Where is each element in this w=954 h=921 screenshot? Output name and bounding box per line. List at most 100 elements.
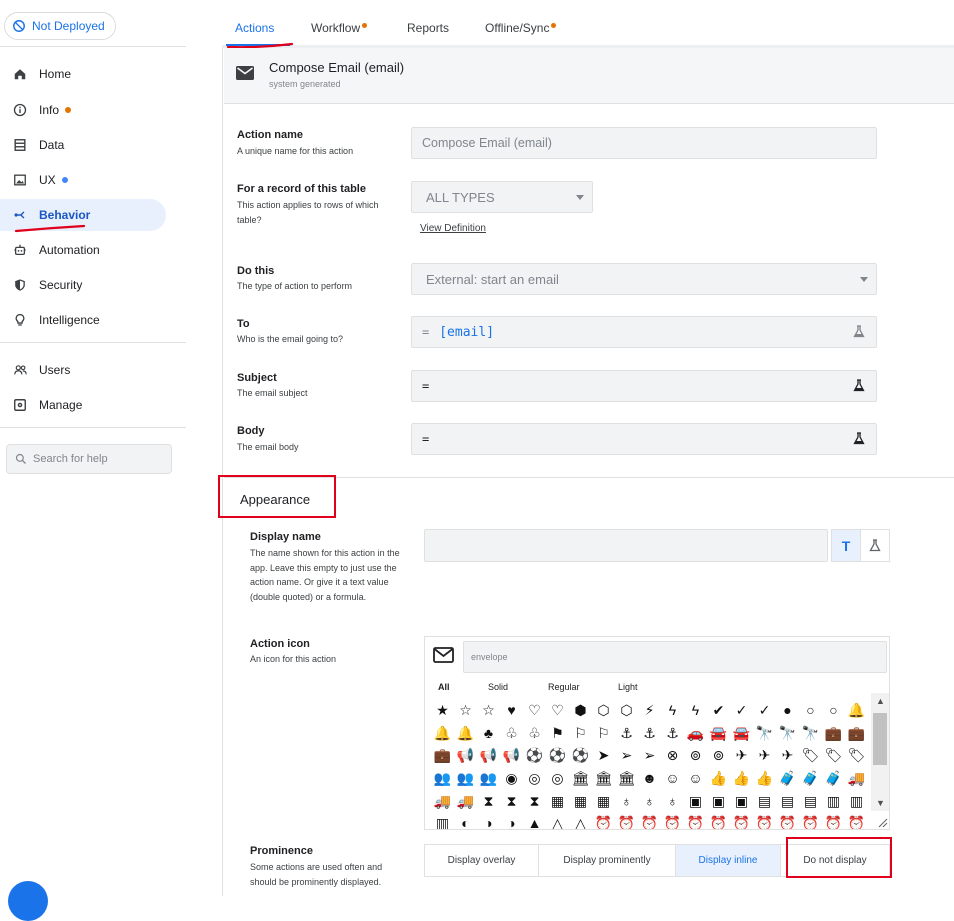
deploy-status-badge[interactable]: Not Deployed [4, 12, 116, 40]
icon-option[interactable]: ⊚ [707, 744, 730, 767]
icon-option[interactable]: 👥 [431, 767, 454, 790]
icon-option[interactable]: ⚓ [615, 722, 638, 745]
icon-option[interactable]: ♡ [546, 699, 569, 722]
icon-option[interactable]: ⚡ [638, 699, 661, 722]
sidebar-item-info[interactable]: Info [0, 94, 166, 126]
icon-option[interactable]: ● [776, 699, 799, 722]
icon-option[interactable]: ⊚ [684, 744, 707, 767]
icon-option[interactable]: ⏰ [799, 812, 822, 829]
subject-expression-input[interactable]: = [411, 370, 877, 402]
scroll-down-icon[interactable]: ▼ [876, 798, 885, 808]
icon-option[interactable]: ✈ [776, 744, 799, 767]
icon-option[interactable]: 💼 [845, 722, 868, 745]
display-name-input[interactable] [424, 529, 828, 562]
icon-option[interactable]: 🏷 [822, 744, 845, 767]
icon-option[interactable]: ◑ [477, 812, 500, 829]
icon-filter-regular[interactable]: Regular [548, 682, 580, 692]
icon-grid-scrollbar[interactable]: ▲ ▼ [871, 693, 889, 811]
icon-option[interactable]: 🧳 [822, 767, 845, 790]
icon-option[interactable]: 🔭 [753, 722, 776, 745]
icon-option[interactable]: ⏰ [776, 812, 799, 829]
icon-option[interactable]: ⚽ [546, 744, 569, 767]
icon-option[interactable]: ▤ [776, 789, 799, 812]
icon-option[interactable]: ▦ [569, 789, 592, 812]
icon-option[interactable]: △ [569, 812, 592, 829]
icon-filter-all[interactable]: All [438, 682, 450, 692]
icon-option[interactable]: ▤ [799, 789, 822, 812]
icon-filter-light[interactable]: Light [618, 682, 638, 692]
prominence-option-overlay[interactable]: Display overlay [424, 844, 539, 877]
icon-option[interactable]: 🚘 [707, 722, 730, 745]
icon-option[interactable]: ✓ [753, 699, 776, 722]
icon-option[interactable]: ♧ [500, 722, 523, 745]
icon-option[interactable]: ◎ [523, 767, 546, 790]
tab-reports[interactable]: Reports [407, 21, 449, 35]
icon-search-input[interactable]: envelope [463, 641, 887, 673]
icon-option[interactable]: 🔭 [799, 722, 822, 745]
icon-filter-solid[interactable]: Solid [488, 682, 508, 692]
icon-option[interactable]: ▦ [592, 789, 615, 812]
icon-option[interactable]: ⚽ [569, 744, 592, 767]
sidebar-item-data[interactable]: Data [0, 129, 166, 161]
icon-option[interactable]: 🚚 [454, 789, 477, 812]
icon-option[interactable]: 💼 [822, 722, 845, 745]
icon-option[interactable]: ♧ [523, 722, 546, 745]
icon-option[interactable]: ☺ [661, 767, 684, 790]
flask-icon[interactable] [853, 379, 865, 392]
icon-option[interactable]: ☆ [477, 699, 500, 722]
sidebar-item-users[interactable]: Users [0, 354, 166, 386]
icon-option[interactable]: ⏰ [638, 812, 661, 829]
icon-option[interactable]: ♁ [661, 789, 684, 812]
icon-option[interactable]: ▣ [730, 789, 753, 812]
icon-option[interactable]: ⏰ [615, 812, 638, 829]
action-name-input[interactable]: Compose Email (email) [411, 127, 877, 159]
scrollbar-thumb[interactable] [873, 713, 887, 765]
sidebar-item-manage[interactable]: Manage [0, 389, 166, 421]
icon-option[interactable]: ▥ [822, 789, 845, 812]
icon-option[interactable]: ♥ [500, 699, 523, 722]
icon-option[interactable]: 🔔 [845, 699, 868, 722]
icon-option[interactable]: ⏰ [845, 812, 868, 829]
icon-option[interactable]: ➤ [592, 744, 615, 767]
sidebar-item-automation[interactable]: Automation [0, 234, 166, 266]
icon-option[interactable]: ⧗ [523, 789, 546, 812]
icon-option[interactable]: ⚑ [546, 722, 569, 745]
icon-option[interactable]: 🏷 [799, 744, 822, 767]
icon-option[interactable]: 🏛 [592, 767, 615, 790]
text-mode-button[interactable]: T [831, 529, 861, 562]
scroll-up-icon[interactable]: ▲ [876, 696, 885, 706]
icon-option[interactable]: 🏷 [845, 744, 868, 767]
icon-option[interactable]: 🚚 [431, 789, 454, 812]
icon-option[interactable]: ♡ [523, 699, 546, 722]
tab-workflow[interactable]: Workflow [311, 21, 368, 35]
flask-icon[interactable] [853, 325, 865, 338]
sidebar-item-home[interactable]: Home [0, 58, 166, 90]
tab-actions[interactable]: Actions [235, 21, 274, 35]
icon-option[interactable]: 🚘 [730, 722, 753, 745]
icon-option[interactable]: 🏛 [615, 767, 638, 790]
icon-option[interactable]: ⚓ [661, 722, 684, 745]
icon-option[interactable]: ◉ [500, 767, 523, 790]
icon-option[interactable]: ⧗ [477, 789, 500, 812]
icon-option[interactable]: ○ [822, 699, 845, 722]
prominence-option-inline[interactable]: Display inline [675, 844, 781, 877]
icon-option[interactable]: ⏰ [661, 812, 684, 829]
icon-option[interactable]: ⬡ [615, 699, 638, 722]
do-this-select[interactable]: External: start an email [411, 263, 877, 295]
icon-option[interactable]: ϟ [684, 699, 707, 722]
icon-option[interactable]: ✔ [707, 699, 730, 722]
icon-option[interactable]: 👍 [707, 767, 730, 790]
icon-option[interactable]: 🚗 [684, 722, 707, 745]
prominence-option-prominently[interactable]: Display prominently [538, 844, 676, 877]
icon-option[interactable]: ○ [799, 699, 822, 722]
icon-option[interactable]: ✓ [730, 699, 753, 722]
icon-option[interactable]: ⏰ [753, 812, 776, 829]
icon-option[interactable]: 👍 [753, 767, 776, 790]
icon-option[interactable]: ◐ [454, 812, 477, 829]
icon-option[interactable]: ☺ [684, 767, 707, 790]
icon-option[interactable]: ♁ [615, 789, 638, 812]
icon-option[interactable]: ⬢ [569, 699, 592, 722]
icon-option[interactable]: ✈ [753, 744, 776, 767]
sidebar-item-security[interactable]: Security [0, 269, 166, 301]
icon-option[interactable]: 🚚 [845, 767, 868, 790]
